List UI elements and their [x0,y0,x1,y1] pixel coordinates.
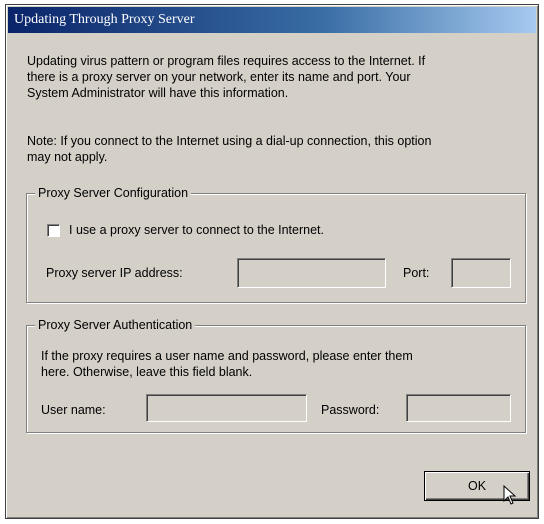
port-field[interactable] [451,258,511,288]
password-field[interactable] [406,394,511,422]
note-text-line-2: may not apply. [27,150,108,164]
proxy-configuration-title: Proxy Server Configuration [35,185,192,201]
proxy-authentication-group: Proxy Server Authentication If the proxy… [26,317,526,433]
password-label: Password: [321,403,380,417]
proxy-ip-field[interactable] [237,258,386,288]
proxy-ip-label: Proxy server IP address: [46,266,183,280]
use-proxy-checkbox[interactable] [47,224,60,237]
auth-desc-line-1: If the proxy requires a user name and pa… [41,349,413,363]
intro-text-line-2: there is a proxy server on your network,… [27,70,411,84]
intro-text-line-1: Updating virus pattern or program files … [27,54,426,68]
username-field[interactable] [146,394,307,422]
proxy-dialog: Updating Through Proxy Server Updating v… [5,4,539,519]
proxy-authentication-title: Proxy Server Authentication [35,317,196,333]
mouse-pointer-icon [503,485,517,505]
use-proxy-label[interactable]: I use a proxy server to connect to the I… [69,222,324,238]
auth-desc-line-2: here. Otherwise, leave this field blank. [41,365,253,379]
username-label: User name: [41,403,106,417]
port-label: Port: [403,266,430,280]
dialog-title: Updating Through Proxy Server [8,7,536,33]
note-text-line-1: Note: If you connect to the Internet usi… [27,134,432,148]
intro-text-line-3: System Administrator will have this info… [27,86,289,100]
proxy-configuration-group: Proxy Server Configuration I use a proxy… [26,185,526,303]
